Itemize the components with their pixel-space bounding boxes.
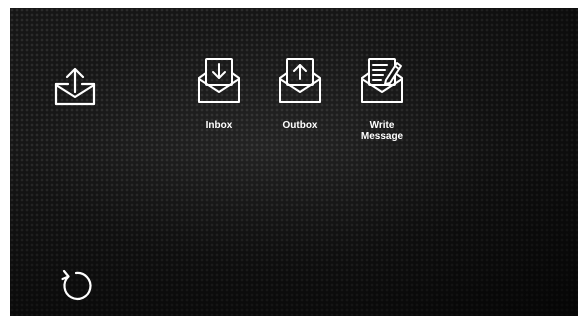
inbox-label: Inbox [205,120,233,131]
outbox-button[interactable]: Outbox [264,56,336,131]
refresh-icon [61,269,92,300]
write-message-icon [361,58,403,103]
write-message-label: Write Message [360,120,404,142]
messaging-screen: Inbox Outbox Write Message [10,8,578,316]
outbox-label: Outbox [282,120,318,131]
outbox-icon [279,58,321,103]
write-message-button[interactable]: Write Message [346,56,418,142]
refresh-button[interactable] [58,268,94,304]
mail-share-icon [50,64,100,114]
inbox-button[interactable]: Inbox [183,56,255,131]
inbox-icon [198,58,240,103]
